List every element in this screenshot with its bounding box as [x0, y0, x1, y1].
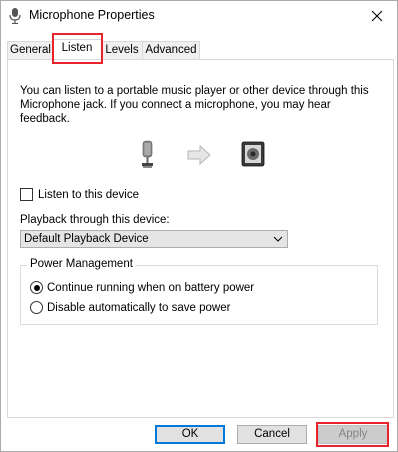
microphone-device-icon — [142, 140, 153, 168]
close-button[interactable] — [357, 1, 397, 31]
power-option-continue[interactable]: Continue running when on battery power — [30, 281, 254, 294]
radio-continue[interactable] — [30, 281, 43, 294]
power-management-group: Power Management Continue running when o… — [20, 258, 378, 325]
power-option-continue-label: Continue running when on battery power — [47, 281, 255, 294]
power-option-disable-label: Disable automatically to save power — [47, 301, 231, 314]
arrow-right-icon — [187, 144, 211, 166]
radio-disable[interactable] — [30, 301, 43, 314]
title-bar: Microphone Properties — [1, 1, 397, 31]
playback-device-value: Default Playback Device — [24, 233, 149, 245]
tab-general[interactable]: General — [7, 41, 54, 59]
playback-device-select[interactable]: Default Playback Device — [20, 230, 288, 248]
listen-description: You can listen to a portable music playe… — [20, 85, 369, 125]
speaker-icon — [241, 141, 265, 167]
listen-checkbox-row[interactable]: Listen to this device — [20, 188, 139, 201]
listen-tab-highlight — [52, 33, 103, 64]
properties-window: Microphone Properties General Listen Lev… — [0, 0, 398, 452]
cancel-button[interactable]: Cancel — [237, 425, 307, 444]
apply-button-highlight — [316, 422, 389, 447]
tab-levels[interactable]: Levels — [100, 41, 144, 59]
power-option-disable[interactable]: Disable automatically to save power — [30, 301, 230, 314]
chevron-down-icon — [273, 236, 283, 242]
listen-checkbox-label: Listen to this device — [38, 188, 140, 201]
close-icon — [371, 10, 383, 22]
microphone-icon — [9, 8, 21, 24]
ok-button[interactable]: OK — [155, 425, 225, 444]
listen-checkbox[interactable] — [20, 188, 33, 201]
listen-panel: You can listen to a portable music playe… — [7, 59, 394, 418]
device-illustration — [142, 140, 265, 168]
playback-label: Playback through this device: — [20, 214, 170, 226]
tab-advanced[interactable]: Advanced — [142, 41, 200, 59]
window-title: Microphone Properties — [29, 8, 155, 22]
power-management-label: Power Management — [27, 258, 136, 270]
